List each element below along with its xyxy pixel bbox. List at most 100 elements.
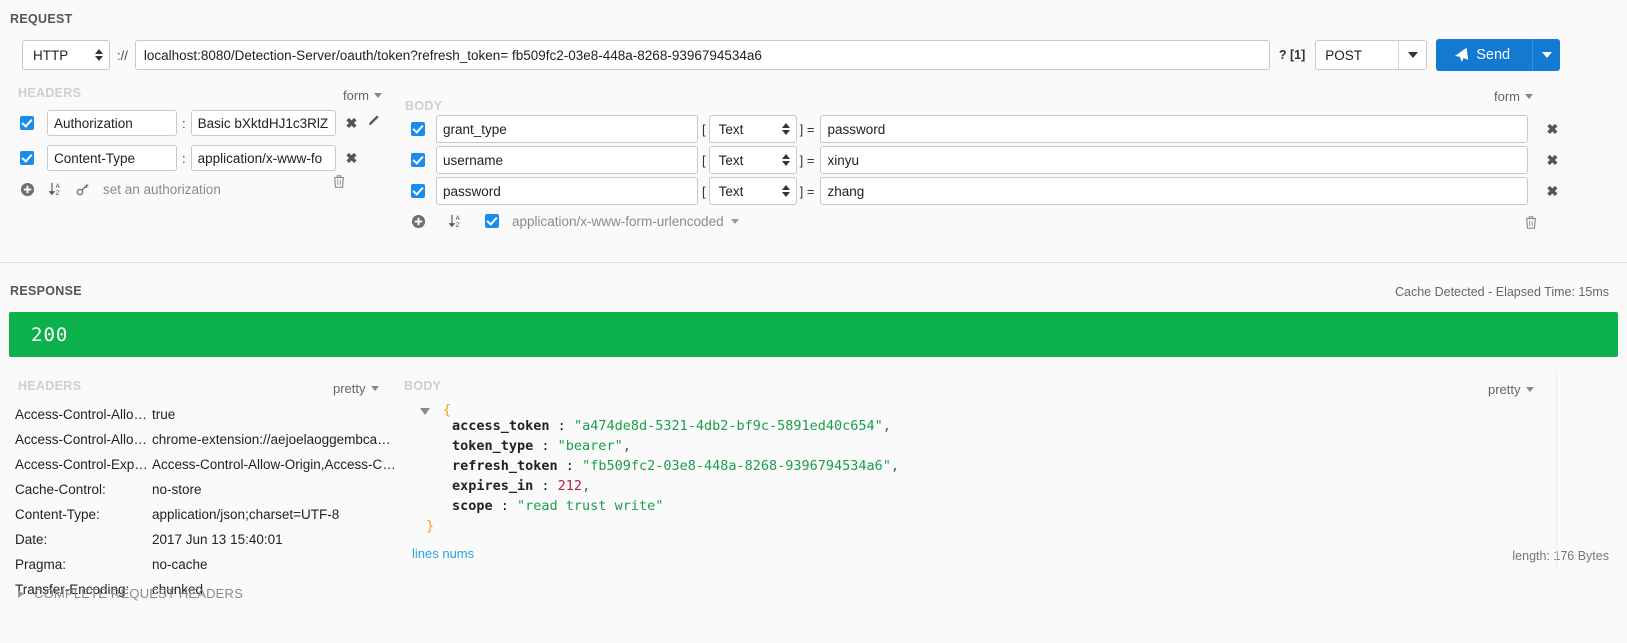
- sort-az-icon[interactable]: AZ: [48, 181, 63, 197]
- response-header-row: Content-Type: application/json;charset=U…: [15, 502, 405, 527]
- request-header-row: Authorization : Basic bXktdHJ1c3RlZ ✖: [20, 110, 380, 136]
- response-header-name: Pragma:: [15, 557, 67, 572]
- rest-client-app: REQUEST HTTP :// localhost:8080/Detectio…: [0, 0, 1627, 643]
- http-method-select[interactable]: POST: [1315, 40, 1428, 70]
- response-headers-list: Access-Control-Allow-Credentials: true A…: [15, 402, 405, 602]
- chevron-down-icon: [730, 218, 739, 224]
- response-header-row: Access-Control-Allow-Origin: chrome-exte…: [15, 427, 405, 452]
- url-input[interactable]: localhost:8080/Detection-Server/oauth/to…: [134, 40, 1270, 70]
- response-body-mode-label: pretty: [1488, 382, 1521, 397]
- response-header-row: Date: 2017 Jun 13 15:40:01: [15, 527, 405, 552]
- header-enabled-checkbox[interactable]: [20, 116, 34, 130]
- remove-param-icon[interactable]: ✖: [1546, 183, 1558, 200]
- collapse-triangle-icon[interactable]: [420, 408, 430, 415]
- response-header-value: no-store: [152, 482, 202, 497]
- param-key-input[interactable]: password: [436, 177, 698, 205]
- query-params-indicator[interactable]: ? [1]: [1279, 48, 1305, 62]
- clear-body-params-icon[interactable]: [1524, 215, 1538, 235]
- add-header-icon[interactable]: [20, 182, 35, 197]
- sort-az-icon[interactable]: AZ: [448, 213, 463, 229]
- response-body-json-viewer: { access_token : "a474de8d-5321-4db2-bf9…: [412, 402, 1512, 538]
- remove-header-icon[interactable]: ✖: [346, 150, 358, 167]
- request-body-mode-dropdown[interactable]: form: [1494, 89, 1533, 104]
- param-value-input[interactable]: zhang: [820, 177, 1529, 205]
- json-comma: ,: [582, 478, 591, 494]
- json-key: expires_in: [452, 478, 534, 494]
- chevron-down-icon[interactable]: [1398, 41, 1427, 69]
- param-enabled-checkbox[interactable]: [411, 153, 425, 167]
- json-comma: ,: [622, 438, 631, 454]
- json-fields: access_token : "a474de8d-5321-4db2-bf9c-…: [452, 418, 1512, 518]
- key-icon[interactable]: [76, 182, 90, 196]
- json-comma: ,: [882, 418, 891, 434]
- edit-header-icon[interactable]: [366, 114, 380, 133]
- response-header-row: Pragma: no-cache: [15, 552, 405, 577]
- json-value: "fb509fc2-03e8-448a-8268-9396794534a6": [582, 458, 891, 474]
- complete-request-headers-toggle[interactable]: COMPLETE REQUEST HEADERS: [18, 586, 243, 601]
- chevron-down-icon: [1525, 387, 1534, 392]
- response-header-value: 2017 Jun 13 15:40:01: [152, 532, 283, 547]
- response-body-mode-dropdown[interactable]: pretty: [1488, 382, 1534, 397]
- stepper-icon: [781, 154, 790, 166]
- protocol-select[interactable]: HTTP: [22, 40, 110, 70]
- body-param-row: password [ Text ] = zhang ✖: [411, 177, 1558, 205]
- response-header-name: Access-Control-Allow-Credentials:: [15, 407, 152, 422]
- send-options-chevron-down-icon[interactable]: [1532, 39, 1560, 71]
- set-authorization-link[interactable]: set an authorization: [103, 182, 221, 197]
- lines-nums-link[interactable]: lines nums: [412, 546, 474, 561]
- svg-text:Z: Z: [56, 190, 60, 197]
- param-value-input[interactable]: xinyu: [820, 146, 1529, 174]
- content-type-dropdown[interactable]: application/x-www-form-urlencoded: [512, 214, 739, 229]
- header-value-input[interactable]: application/x-www-fo: [190, 145, 336, 171]
- protocol-value: HTTP: [33, 47, 69, 63]
- svg-text:A: A: [56, 183, 61, 190]
- header-separator: :: [182, 115, 186, 131]
- svg-text:A: A: [456, 215, 461, 222]
- param-type-select[interactable]: Text: [708, 146, 797, 174]
- param-enabled-checkbox[interactable]: [411, 122, 425, 136]
- bracket-close-equals: ] =: [799, 152, 815, 168]
- param-enabled-checkbox[interactable]: [411, 184, 425, 198]
- request-body-footer: AZ application/x-www-form-urlencoded: [411, 209, 1558, 233]
- clear-headers-icon[interactable]: [332, 174, 346, 194]
- json-open-brace: {: [443, 402, 452, 418]
- stepper-icon: [781, 185, 790, 197]
- stepper-icon: [781, 123, 790, 135]
- json-field-row: access_token : "a474de8d-5321-4db2-bf9c-…: [452, 418, 891, 434]
- request-body-params-list: grant_type [ Text ] = password ✖ usernam…: [411, 115, 1558, 233]
- json-key: refresh_token: [452, 458, 558, 474]
- bracket-open: [: [702, 121, 706, 137]
- param-type-select[interactable]: Text: [708, 177, 797, 205]
- request-headers-mode-dropdown[interactable]: form: [343, 88, 382, 103]
- param-value-input[interactable]: password: [820, 115, 1529, 143]
- response-headers-label: HEADERS: [18, 379, 82, 393]
- bracket-close-equals: ] =: [799, 183, 815, 199]
- response-header-name: Cache-Control:: [15, 482, 106, 497]
- param-type-select[interactable]: Text: [708, 115, 797, 143]
- chevron-down-icon: [1525, 94, 1533, 99]
- param-key-input[interactable]: grant_type: [436, 115, 698, 143]
- svg-text:Z: Z: [456, 222, 460, 229]
- send-button[interactable]: Send: [1436, 39, 1532, 71]
- header-name-input[interactable]: Authorization: [47, 110, 177, 136]
- add-param-icon[interactable]: [411, 214, 426, 229]
- header-name-input[interactable]: Content-Type: [47, 145, 177, 171]
- param-key-input[interactable]: username: [436, 146, 698, 174]
- stepper-icon: [95, 49, 103, 61]
- response-header-value: no-cache: [152, 557, 208, 572]
- remove-param-icon[interactable]: ✖: [1546, 152, 1558, 169]
- header-value-input[interactable]: Basic bXktdHJ1c3RlZ: [190, 110, 336, 136]
- content-type-enabled-checkbox[interactable]: [485, 214, 499, 228]
- response-body-label: BODY: [404, 379, 442, 393]
- header-enabled-checkbox[interactable]: [20, 151, 34, 165]
- response-headers-mode-dropdown[interactable]: pretty: [333, 381, 379, 396]
- body-param-row: username [ Text ] = xinyu ✖: [411, 146, 1558, 174]
- json-value: "bearer": [557, 438, 623, 454]
- request-headers-label: HEADERS: [18, 86, 82, 100]
- response-header-name: Content-Type:: [15, 507, 100, 522]
- remove-param-icon[interactable]: ✖: [1546, 121, 1558, 138]
- json-field-row: refresh_token : "fb509fc2-03e8-448a-8268…: [452, 458, 900, 474]
- request-body-mode-label: form: [1494, 89, 1520, 104]
- json-key: token_type: [452, 438, 534, 454]
- remove-header-icon[interactable]: ✖: [346, 115, 358, 132]
